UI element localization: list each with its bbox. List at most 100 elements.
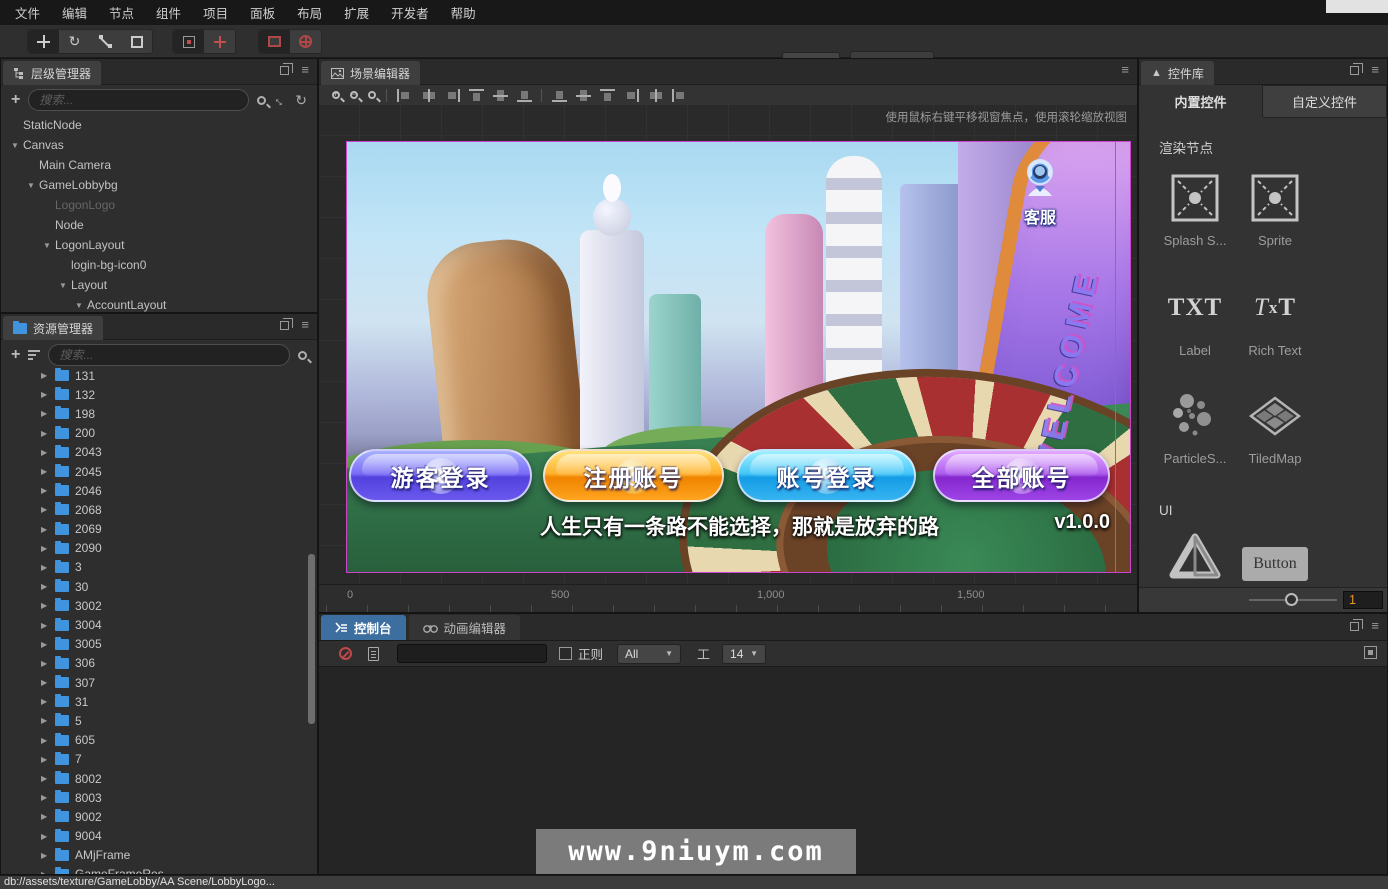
distribute-left-icon[interactable] — [624, 89, 639, 102]
pivot-mode-button[interactable] — [173, 30, 204, 53]
folder-row[interactable]: ▶3005 — [1, 635, 315, 654]
expand-arrow-icon[interactable]: ▼ — [39, 241, 55, 250]
collapse-arrow-icon[interactable]: ▶ — [41, 832, 55, 841]
scale-tool-button[interactable] — [90, 30, 121, 53]
widget-particle-system[interactable]: ParticleS... — [1157, 389, 1233, 466]
font-size-dropdown[interactable]: 14 ▼ — [722, 644, 766, 664]
add-asset-button[interactable]: + — [11, 346, 20, 364]
collapse-arrow-icon[interactable]: ▶ — [41, 851, 55, 860]
folder-row[interactable]: ▶7 — [1, 750, 315, 769]
assets-tab[interactable]: 资源管理器 — [3, 316, 103, 340]
menu-developer[interactable]: 开发者 — [380, 0, 440, 26]
collapse-arrow-icon[interactable]: ▶ — [41, 774, 55, 783]
folder-row[interactable]: ▶2090 — [1, 539, 315, 558]
menu-panel[interactable]: 面板 — [239, 0, 286, 26]
tab-builtin-widgets[interactable]: 内置控件 — [1139, 85, 1262, 118]
refresh-icon[interactable]: ↻ — [295, 92, 307, 109]
menu-project[interactable]: 项目 — [192, 0, 239, 26]
panel-menu-icon[interactable]: ≡ — [301, 320, 309, 330]
clear-console-icon[interactable] — [339, 647, 352, 660]
zoom-reset-icon[interactable] — [368, 91, 376, 99]
tree-node-logonlayout[interactable]: ▼LogonLayout — [1, 235, 315, 255]
menu-layout[interactable]: 布局 — [286, 0, 333, 26]
collapse-arrow-icon[interactable]: ▶ — [41, 659, 55, 668]
widget-button[interactable]: Button — [1237, 537, 1313, 591]
tab-animation-editor[interactable]: 动画编辑器 — [409, 615, 521, 640]
collapse-arrow-icon[interactable]: ▶ — [41, 736, 55, 745]
log-level-dropdown[interactable]: All ▼ — [617, 644, 681, 664]
collapse-arrow-icon[interactable]: ▶ — [41, 505, 55, 514]
assets-search-input[interactable] — [48, 344, 290, 366]
collapse-arrow-icon[interactable]: ▶ — [41, 812, 55, 821]
folder-row[interactable]: ▶5 — [1, 711, 315, 730]
tree-node-layout[interactable]: ▼Layout — [1, 275, 315, 295]
collapse-arrow-icon[interactable]: ▶ — [41, 716, 55, 725]
rect-tool-button[interactable] — [121, 30, 152, 53]
folder-row[interactable]: ▶2069 — [1, 520, 315, 539]
menu-node[interactable]: 节点 — [98, 0, 145, 26]
float-panel-icon[interactable] — [280, 321, 289, 330]
align-vcenter-icon[interactable] — [421, 89, 436, 102]
expand-arrow-icon[interactable]: ▼ — [7, 141, 23, 150]
widget-rich-text[interactable]: TxT Rich Text — [1237, 281, 1313, 358]
collapse-arrow-icon[interactable]: ▶ — [41, 525, 55, 534]
regex-checkbox[interactable] — [559, 647, 572, 660]
folder-row[interactable]: ▶31 — [1, 692, 315, 711]
folder-row[interactable]: ▶AMjFrame — [1, 846, 315, 865]
panel-menu-icon[interactable]: ≡ — [1371, 621, 1379, 631]
folder-row[interactable]: ▶8003 — [1, 788, 315, 807]
folder-row[interactable]: ▶2068 — [1, 500, 315, 519]
widgets-tab[interactable]: ▲ 控件库 — [1141, 61, 1214, 85]
menu-edit[interactable]: 编辑 — [51, 0, 98, 26]
collapse-arrow-icon[interactable]: ▶ — [41, 409, 55, 418]
align-top-icon[interactable] — [469, 89, 484, 102]
widget-zoom-value-input[interactable] — [1343, 591, 1383, 609]
menu-help[interactable]: 帮助 — [440, 0, 487, 26]
add-node-button[interactable]: + — [11, 91, 20, 109]
panel-menu-icon[interactable]: ≡ — [301, 65, 309, 75]
register-account-button[interactable]: 注册账号 — [543, 449, 724, 502]
float-panel-icon[interactable] — [1350, 622, 1359, 631]
folder-row[interactable]: ▶2043 — [1, 443, 315, 462]
tree-node-canvas[interactable]: ▼Canvas — [1, 135, 315, 155]
folder-row[interactable]: ▶9004 — [1, 827, 315, 846]
search-icon[interactable] — [257, 96, 266, 105]
float-panel-icon[interactable] — [280, 66, 289, 75]
collapse-arrow-icon[interactable]: ▶ — [41, 582, 55, 591]
slider-knob[interactable] — [1285, 593, 1298, 606]
align-hcenter-icon[interactable] — [493, 89, 508, 102]
collapse-arrow-icon[interactable]: ▶ — [41, 601, 55, 610]
folder-row[interactable]: ▶30 — [1, 577, 315, 596]
widget-zoom-slider[interactable] — [1249, 599, 1337, 601]
anchor-mode-button[interactable] — [204, 30, 235, 53]
folder-row[interactable]: ▶307 — [1, 673, 315, 692]
collapse-arrow-icon[interactable]: ▶ — [41, 870, 55, 874]
collapse-arrow-icon[interactable]: ▶ — [41, 563, 55, 572]
console-output-area[interactable]: www.9niuym.com — [319, 667, 1387, 874]
folder-row[interactable]: ▶2045 — [1, 462, 315, 481]
widget-splash-sprite[interactable]: Splash S... — [1157, 171, 1233, 248]
account-login-button[interactable]: 账号登录 — [737, 449, 916, 502]
folder-row[interactable]: ▶3 — [1, 558, 315, 577]
scene-tab[interactable]: 场景编辑器 — [321, 61, 420, 85]
rotate-tool-button[interactable]: ↻ — [59, 30, 90, 53]
align-left-icon[interactable] — [397, 89, 412, 102]
collapse-arrow-icon[interactable]: ▶ — [41, 793, 55, 802]
distribute-bottom-icon[interactable] — [600, 89, 615, 102]
folder-row[interactable]: ▶200 — [1, 424, 315, 443]
tree-node-accountlayout[interactable]: ▼AccountLayout — [1, 295, 315, 312]
distribute-vcenter-icon[interactable] — [576, 89, 591, 102]
distribute-top-icon[interactable] — [552, 89, 567, 102]
float-panel-icon[interactable] — [1350, 66, 1359, 75]
folder-row[interactable]: ▶131 — [1, 366, 315, 385]
collapse-arrow-icon[interactable]: ▶ — [41, 429, 55, 438]
collapse-arrow-icon[interactable]: ▶ — [41, 544, 55, 553]
expand-all-icon[interactable]: ↔ — [271, 90, 291, 110]
folder-row[interactable]: ▶306 — [1, 654, 315, 673]
local-coords-button[interactable] — [259, 30, 290, 53]
all-accounts-button[interactable]: 全部账号 — [933, 449, 1110, 502]
tree-node-logonlogo[interactable]: LogonLogo — [1, 195, 315, 215]
tree-node-gamelobbybg[interactable]: ▼GameLobbybg — [1, 175, 315, 195]
menu-file[interactable]: 文件 — [4, 0, 51, 26]
assets-scrollbar[interactable] — [308, 554, 315, 724]
